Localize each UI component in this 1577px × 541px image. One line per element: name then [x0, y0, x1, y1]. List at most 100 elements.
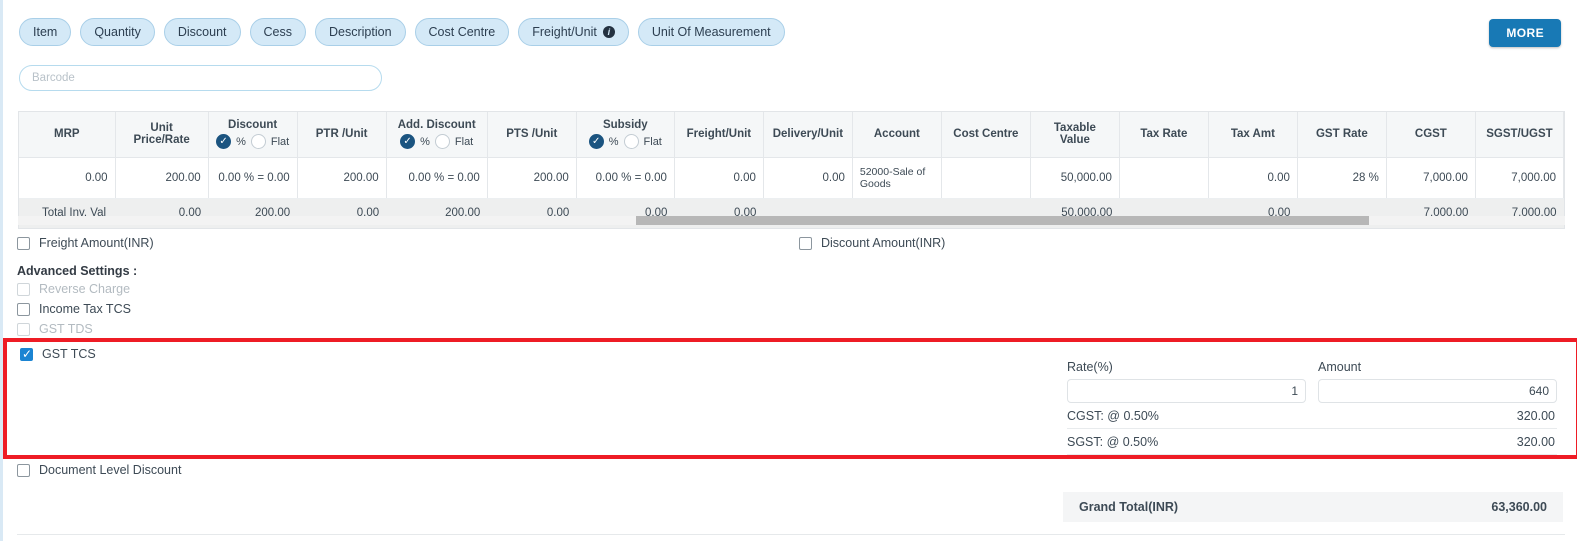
gst-tcs-cgst-value: 320.00 [1516, 409, 1555, 423]
cell-account[interactable]: 52000-Sale of Goods [852, 157, 942, 199]
subsidy-flat-label: Flat [643, 135, 662, 148]
col-cgst[interactable]: CGST [1386, 112, 1476, 158]
col-tax-rate[interactable]: Tax Rate [1119, 112, 1209, 158]
cell-pts-per-unit[interactable]: 200.00 [487, 157, 577, 199]
col-account[interactable]: Account [852, 112, 942, 158]
col-unit-price-rate[interactable]: Unit Price/Rate [115, 112, 209, 158]
chip-label: Cost Centre [428, 25, 496, 39]
grand-total-value: 63,360.00 [1491, 500, 1547, 514]
freight-amount-label: Freight Amount(INR) [39, 236, 154, 250]
col-tax-amt[interactable]: Tax Amt [1208, 112, 1298, 158]
table-row[interactable]: 0.00 200.00 0.00 % = 0.00 200.00 0.00 % … [19, 157, 1565, 199]
chip-label: Discount [177, 25, 227, 39]
gst-tcs-sgst-value: 320.00 [1516, 435, 1555, 449]
cell-discount[interactable]: 0.00 % = 0.00 [208, 157, 298, 199]
cell-freight-per-unit[interactable]: 0.00 [674, 157, 764, 199]
discount-amount-checkbox-row[interactable]: Discount Amount(INR) [799, 236, 945, 250]
reverse-charge-label: Reverse Charge [39, 282, 131, 296]
chip-description[interactable]: Description [315, 18, 406, 46]
col-add-discount[interactable]: Add. Discount ✓ % Flat [386, 112, 488, 158]
subsidy-percent-radio-selected[interactable]: ✓ [588, 134, 604, 150]
chip-label: Unit Of Measurement [651, 25, 771, 39]
gst-tcs-label: GST TCS [42, 347, 96, 361]
info-icon[interactable]: i [602, 26, 615, 38]
cell-sgst-ugst[interactable]: 7,000.00 [1475, 157, 1565, 199]
col-subsidy[interactable]: Subsidy ✓ % Flat [576, 112, 675, 158]
add-discount-flat-radio[interactable] [434, 134, 450, 150]
discount-flat-label: Flat [270, 135, 290, 148]
grand-total-label: Grand Total(INR) [1079, 500, 1179, 514]
subsidy-flat-radio[interactable] [623, 134, 639, 150]
cell-add-discount[interactable]: 0.00 % = 0.00 [386, 157, 488, 199]
chip-cess[interactable]: Cess [249, 18, 306, 46]
cell-tax-rate[interactable] [1119, 157, 1209, 199]
checkbox-icon[interactable] [17, 236, 30, 250]
chip-cost-centre[interactable]: Cost Centre [414, 18, 510, 46]
gst-tds-label: GST TDS [39, 322, 93, 336]
col-sgst-ugst[interactable]: SGST/UGST [1475, 112, 1565, 158]
cell-delivery-per-unit[interactable]: 0.00 [763, 157, 853, 199]
income-tax-tcs-checkbox-row[interactable]: Income Tax TCS [17, 302, 131, 316]
checkbox-icon[interactable] [17, 302, 30, 316]
reverse-charge-checkbox-row: Reverse Charge [17, 282, 130, 296]
col-freight-per-unit[interactable]: Freight/Unit [674, 112, 764, 158]
chip-item[interactable]: Item [19, 18, 72, 46]
col-mrp[interactable]: MRP [19, 112, 116, 158]
col-discount[interactable]: Discount ✓ % Flat [208, 112, 298, 158]
checkbox-icon[interactable] [20, 347, 33, 361]
cell-cost-centre[interactable] [941, 157, 1031, 199]
gst-tcs-highlighted-panel: GST TCS Rate(%) Amount CGST: @ 0.50% 320… [3, 338, 1577, 459]
col-delivery-per-unit[interactable]: Delivery/Unit [763, 112, 853, 158]
gst-tcs-rate-input[interactable] [1067, 379, 1306, 403]
discount-flat-radio[interactable] [250, 134, 266, 150]
add-discount-percent-radio-selected[interactable]: ✓ [400, 134, 416, 150]
checkbox-icon[interactable] [799, 236, 812, 250]
income-tax-tcs-label: Income Tax TCS [39, 302, 131, 316]
discount-amount-label: Discount Amount(INR) [821, 236, 946, 250]
discount-percent-radio-selected[interactable]: ✓ [216, 134, 232, 150]
cell-taxable-value[interactable]: 50,000.00 [1030, 157, 1120, 199]
chip-unit-of-measurement[interactable]: Unit Of Measurement [637, 18, 785, 46]
line-items-table: MRP Unit Price/Rate Discount ✓ % Flat PT… [18, 111, 1565, 229]
add-discount-percent-label: % [420, 135, 430, 148]
discount-percent-label: % [236, 135, 246, 148]
gst-tcs-rate-field: Rate(%) [1067, 360, 1306, 403]
gst-tcs-cgst-row: CGST: @ 0.50% 320.00 [1067, 403, 1557, 429]
cell-tax-amt[interactable]: 0.00 [1208, 157, 1298, 199]
table-horizontal-scrollbar-thumb[interactable] [636, 216, 1369, 225]
chip-label: Item [33, 25, 58, 39]
chip-discount[interactable]: Discount [163, 18, 241, 46]
cell-cgst[interactable]: 7,000.00 [1386, 157, 1476, 199]
col-gst-rate[interactable]: GST Rate [1297, 112, 1387, 158]
checkbox-icon[interactable] [17, 463, 30, 477]
col-pts-per-unit[interactable]: PTS /Unit [487, 112, 577, 158]
col-taxable-value[interactable]: Taxable Value [1030, 112, 1120, 158]
table-header-row: MRP Unit Price/Rate Discount ✓ % Flat PT… [19, 112, 1565, 158]
bottom-divider [17, 534, 1565, 535]
cell-mrp[interactable]: 0.00 [19, 157, 116, 199]
more-button[interactable]: MORE [1489, 19, 1561, 47]
cell-subsidy[interactable]: 0.00 % = 0.00 [576, 157, 675, 199]
chip-label: Description [329, 25, 392, 39]
chip-freight-per-unit[interactable]: Freight/Unit i [518, 18, 629, 46]
freight-amount-checkbox-row[interactable]: Freight Amount(INR) [17, 236, 154, 250]
gst-tcs-amount-input[interactable] [1318, 379, 1557, 403]
gst-tcs-cgst-label: CGST: @ 0.50% [1067, 409, 1159, 423]
col-ptr-per-unit[interactable]: PTR /Unit [297, 112, 387, 158]
gst-tcs-sgst-row: SGST: @ 0.50% 320.00 [1067, 429, 1557, 455]
gst-tcs-amount-field: Amount [1318, 360, 1557, 403]
cell-unit-price-rate[interactable]: 200.00 [115, 157, 209, 199]
chip-quantity[interactable]: Quantity [80, 18, 155, 46]
barcode-input[interactable] [19, 65, 382, 91]
document-level-discount-checkbox-row[interactable]: Document Level Discount [17, 463, 181, 477]
chip-label: Freight/Unit [532, 25, 597, 39]
cell-ptr-per-unit[interactable]: 200.00 [297, 157, 387, 199]
col-cost-centre[interactable]: Cost Centre [941, 112, 1031, 158]
gst-tcs-sgst-label: SGST: @ 0.50% [1067, 435, 1159, 449]
cell-gst-rate[interactable]: 28 % [1297, 157, 1387, 199]
advanced-settings-title: Advanced Settings : [17, 264, 138, 278]
invoice-line-items-page: Item Quantity Discount Cess Description … [0, 0, 1577, 541]
gst-tcs-checkbox-row[interactable]: GST TCS [20, 347, 96, 361]
field-chips-toolbar: Item Quantity Discount Cess Description … [19, 18, 785, 46]
subsidy-percent-label: % [608, 135, 619, 148]
